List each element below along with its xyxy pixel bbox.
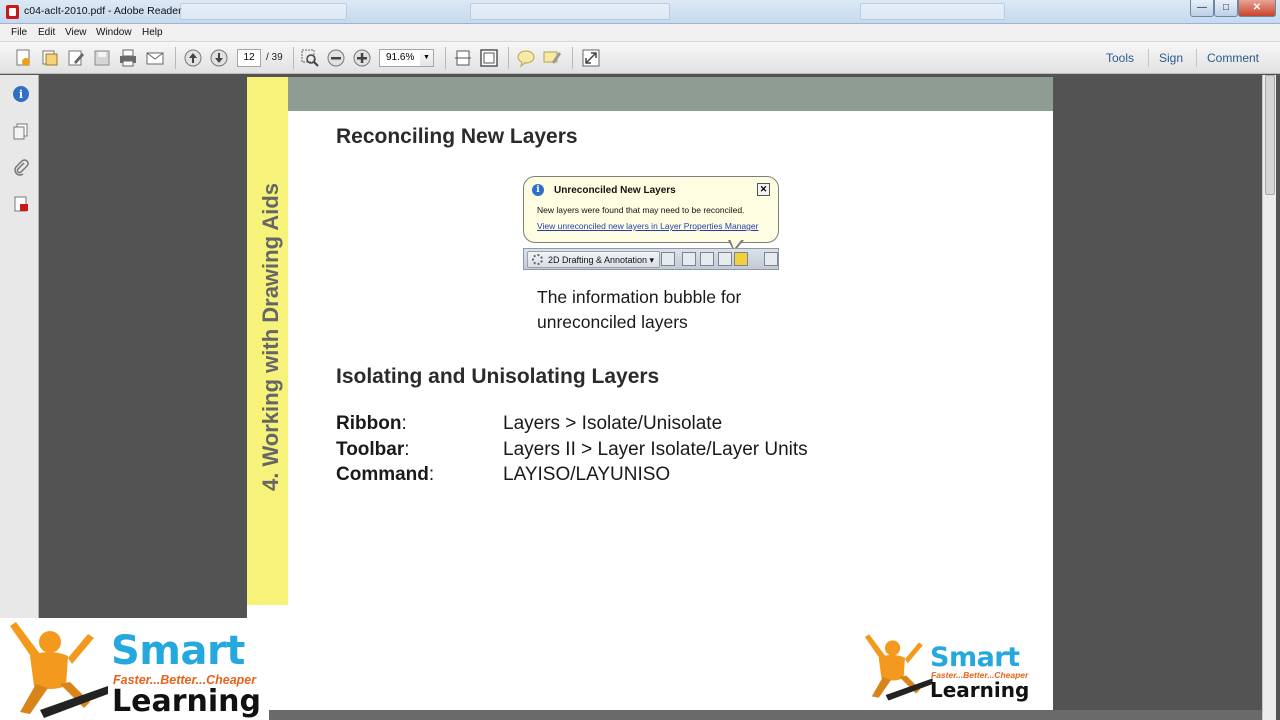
fit-page-icon[interactable] bbox=[453, 48, 473, 68]
mascot-icon bbox=[10, 622, 108, 718]
zoom-level-input[interactable]: 91.6% bbox=[379, 49, 421, 67]
page-total: / 39 bbox=[266, 52, 283, 63]
section-heading-isolating: Isolating and Unisolating Layers bbox=[336, 365, 660, 388]
workspace-switcher: 2D Drafting & Annotation ▾ bbox=[527, 251, 661, 268]
page-down-icon[interactable] bbox=[209, 48, 229, 68]
comment-icon[interactable] bbox=[516, 48, 536, 68]
toolbar-separator bbox=[445, 47, 446, 69]
pdf-page: 4. Working with Drawing Aids Reconciling… bbox=[247, 77, 1053, 710]
background-window-ghost bbox=[470, 3, 670, 20]
fit-width-icon[interactable] bbox=[479, 48, 499, 68]
layer-icon bbox=[718, 252, 732, 266]
highlight-icon[interactable] bbox=[542, 48, 562, 68]
edit-icon[interactable] bbox=[66, 48, 86, 68]
logo-smart: Smart bbox=[930, 642, 1020, 673]
select-zoom-icon[interactable] bbox=[300, 48, 320, 68]
logo-learning: Learning bbox=[930, 678, 1030, 702]
row-value-command: LAYISO/LAYUNISO bbox=[503, 464, 671, 485]
status-bar-image: 2D Drafting & Annotation ▾ bbox=[523, 248, 779, 270]
menu-bar: File Edit View Window Help bbox=[0, 24, 1280, 42]
title-bar: c04-aclt-2010.pdf - Adobe Reader — □ ✕ bbox=[0, 0, 1280, 24]
row-label-ribbon: Ribbon: bbox=[336, 413, 407, 434]
section-heading-reconciling: Reconciling New Layers bbox=[336, 125, 578, 148]
layer-icon bbox=[682, 252, 696, 266]
page-number-input[interactable]: 12 bbox=[237, 49, 261, 67]
maximize-button[interactable]: □ bbox=[1214, 0, 1238, 17]
chapter-side-band: 4. Working with Drawing Aids bbox=[247, 77, 288, 605]
print-icon[interactable] bbox=[118, 48, 138, 68]
navigation-pane: i bbox=[0, 75, 39, 620]
create-pdf-icon[interactable] bbox=[14, 48, 34, 68]
scrollbar-thumb[interactable] bbox=[1265, 75, 1275, 195]
bubble-link: View unreconciled new layers in Layer Pr… bbox=[537, 221, 759, 231]
zoom-out-icon[interactable] bbox=[326, 48, 346, 68]
minimize-button[interactable]: — bbox=[1190, 0, 1214, 17]
tools-link[interactable]: Tools bbox=[1106, 51, 1134, 65]
smart-learning-logo: Smart Faster...Better...Cheaper Learning bbox=[0, 618, 269, 720]
lock-icon bbox=[661, 252, 675, 266]
close-icon: ✕ bbox=[757, 183, 770, 196]
close-button[interactable]: ✕ bbox=[1238, 0, 1276, 17]
info-icon[interactable]: i bbox=[12, 85, 30, 103]
save-icon[interactable] bbox=[92, 48, 112, 68]
attachments-icon[interactable] bbox=[12, 159, 30, 177]
open-icon[interactable] bbox=[40, 48, 60, 68]
pages-icon[interactable] bbox=[12, 122, 30, 140]
toolbar-separator bbox=[293, 47, 294, 69]
layer-icon bbox=[700, 252, 714, 266]
bubble-figure: i Unreconciled New Layers ✕ New layers w… bbox=[523, 176, 779, 272]
logo-learning: Learning bbox=[112, 684, 261, 719]
background-window-ghost bbox=[180, 3, 347, 20]
menu-view[interactable]: View bbox=[65, 27, 87, 38]
chapter-title: 4. Working with Drawing Aids bbox=[258, 182, 283, 492]
toolbar: 12 / 39 91.6% ▼ Tools Sign Comment bbox=[0, 42, 1280, 74]
fullscreen-icon[interactable] bbox=[581, 48, 601, 68]
toolbar-separator bbox=[572, 47, 573, 69]
comment-link[interactable]: Comment bbox=[1207, 51, 1259, 65]
menu-help[interactable]: Help bbox=[142, 27, 163, 38]
warning-icon bbox=[734, 252, 748, 266]
bottom-strip bbox=[269, 710, 1262, 720]
gear-icon bbox=[532, 254, 543, 265]
logo-smart: Smart bbox=[111, 628, 245, 674]
row-label-toolbar: Toolbar: bbox=[336, 439, 410, 460]
link-separator bbox=[1148, 49, 1149, 67]
email-icon[interactable] bbox=[145, 48, 165, 68]
toolbar-separator bbox=[175, 47, 176, 69]
vertical-scrollbar[interactable] bbox=[1262, 75, 1276, 720]
toolbar-separator bbox=[508, 47, 509, 69]
row-value-toolbar: Layers II > Layer Isolate/Layer Units bbox=[503, 439, 808, 460]
sign-link[interactable]: Sign bbox=[1159, 51, 1183, 65]
mascot-icon bbox=[864, 634, 933, 701]
link-separator bbox=[1196, 49, 1197, 67]
menu-window[interactable]: Window bbox=[96, 27, 132, 38]
zoom-dropdown-button[interactable]: ▼ bbox=[420, 49, 434, 67]
smart-learning-logo-small: Smart Faster...Better...Cheaper Learning bbox=[858, 630, 1038, 704]
background-window-ghost bbox=[860, 3, 1005, 20]
figure-caption: The information bubble for unreconciled … bbox=[537, 287, 742, 332]
adobe-reader-icon bbox=[6, 5, 19, 19]
zoom-in-icon[interactable] bbox=[352, 48, 372, 68]
info-icon: i bbox=[532, 184, 544, 196]
row-label-command: Command: bbox=[336, 464, 435, 485]
svg-text:i: i bbox=[19, 88, 23, 101]
page-up-icon[interactable] bbox=[183, 48, 203, 68]
window-icon bbox=[764, 252, 778, 266]
bubble-title: Unreconciled New Layers bbox=[554, 185, 676, 196]
bubble-message: New layers were found that may need to b… bbox=[537, 205, 745, 215]
window-title: c04-aclt-2010.pdf - Adobe Reader bbox=[24, 5, 182, 17]
menu-file[interactable]: File bbox=[11, 27, 27, 38]
workspace-label: 2D Drafting & Annotation ▾ bbox=[548, 255, 655, 265]
information-bubble: i Unreconciled New Layers ✕ New layers w… bbox=[523, 176, 779, 243]
header-band bbox=[288, 77, 1053, 111]
menu-edit[interactable]: Edit bbox=[38, 27, 55, 38]
row-value-ribbon: Layers > Isolate/Unisolate bbox=[503, 413, 723, 434]
signatures-icon[interactable] bbox=[12, 195, 30, 213]
